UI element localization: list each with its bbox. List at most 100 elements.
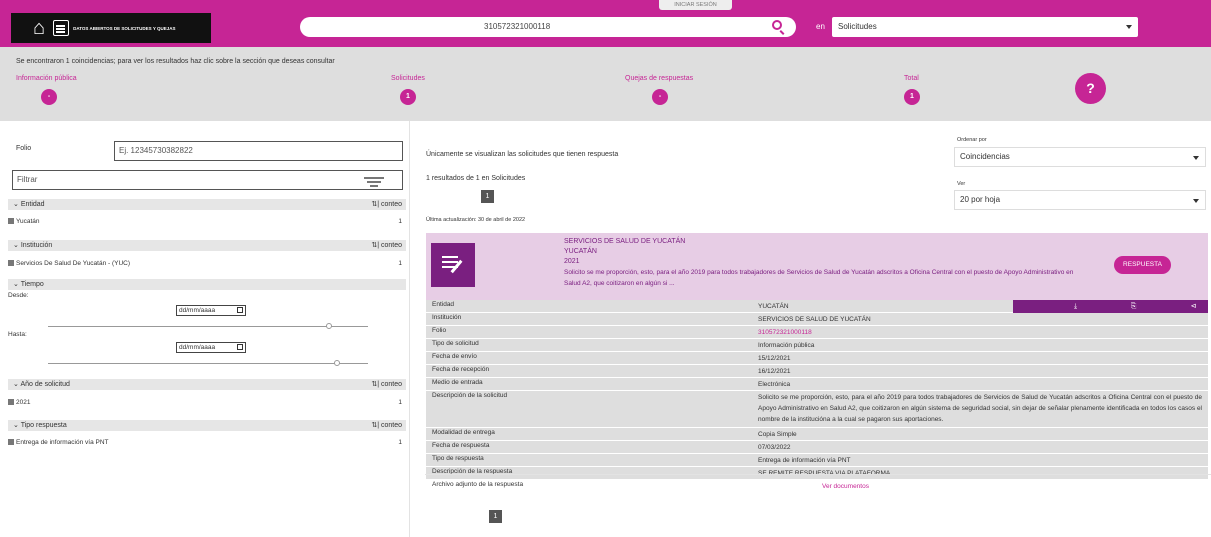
respuesta-button[interactable]: RESPUESTA [1114, 256, 1171, 274]
hasta-date-input[interactable]: dd/mm/aaaa [176, 342, 246, 353]
filter-row-2021[interactable]: 2021 1 [8, 398, 406, 408]
edit-document-icon [431, 243, 475, 287]
section-tiempo[interactable]: ⌄ Tiempo [8, 279, 406, 290]
detail-key: Medio de entrada [432, 379, 483, 386]
info-text: Únicamente se visualizan las solicitudes… [426, 151, 619, 158]
section-institucion[interactable]: ⌄ Institución ⇅| conteo [8, 240, 406, 251]
detail-key: Modalidad de entrega [432, 429, 495, 436]
results-count: 1 resultados de 1 en Solicitudes [426, 175, 526, 182]
section-title: Entidad [20, 201, 45, 208]
desde-slider[interactable] [48, 323, 368, 329]
summary-badge-informacion[interactable]: - [41, 89, 57, 105]
help-button[interactable]: ? [1075, 73, 1106, 104]
checkbox[interactable] [8, 218, 14, 224]
order-value: Coincidencias [960, 152, 1010, 161]
slider-handle[interactable] [334, 360, 340, 366]
home-icon[interactable]: ⌂ [33, 18, 45, 38]
filter-placeholder: Filtrar [17, 175, 38, 184]
slider-handle[interactable] [326, 323, 332, 329]
detail-key: Institución [432, 314, 462, 321]
checkbox[interactable] [8, 439, 14, 445]
filter-row-servicios[interactable]: Servicios De Salud De Yucatán - (YUC) 1 [8, 259, 406, 269]
search-value[interactable]: 310572321000118 [484, 17, 550, 37]
detail-row: Entidad YUCATÁN ⤓ ⎘ ⊲ [426, 300, 1208, 313]
section-entidad[interactable]: ⌄ Entidad ⇅| conteo [8, 199, 406, 210]
sort-conteo[interactable]: ⇅| conteo [371, 420, 402, 431]
checkbox[interactable] [8, 260, 14, 266]
desde-date-input[interactable]: dd/mm/aaaa [176, 305, 246, 316]
summary-label-informacion[interactable]: Información pública [16, 75, 77, 82]
ver-select[interactable]: 20 por hoja [954, 190, 1206, 210]
search-input[interactable]: 310572321000118 [300, 17, 796, 37]
detail-value: Electrónica [758, 381, 791, 388]
detail-key: Entidad [432, 301, 455, 308]
site-logo[interactable]: ⌂ DATOS ABIERTOS DE SOLICITUDES Y QUEJAS [11, 13, 211, 43]
share-icon[interactable]: ⊲ [1189, 302, 1198, 311]
sort-conteo[interactable]: ⇅| conteo [371, 199, 402, 210]
detail-row: Archivo adjunto de la respuesta Ver docum… [426, 480, 1208, 492]
print-icon[interactable]: ⎘ [1129, 302, 1138, 311]
detail-row: Tipo de solicitud Información pública [426, 339, 1208, 351]
page-button-bottom[interactable]: 1 [489, 510, 502, 523]
folio-input[interactable]: Ej. 12345730382822 [114, 141, 403, 161]
summary-badge-total: 1 [904, 89, 920, 105]
sort-conteo[interactable]: ⇅| conteo [371, 240, 402, 251]
order-select[interactable]: Coincidencias [954, 147, 1206, 167]
filter-input[interactable]: Filtrar [12, 170, 403, 190]
calendar-icon[interactable] [237, 344, 243, 350]
section-title: Año de solicitud [20, 381, 70, 388]
folio-link[interactable]: 310572321000118 [758, 327, 1202, 338]
detail-value: Entrega de información vía PNT [758, 457, 851, 464]
scope-selected: Solicitudes [838, 22, 877, 31]
search-icon[interactable] [772, 20, 782, 30]
sort-conteo[interactable]: ⇅| conteo [371, 379, 402, 390]
date-placeholder: dd/mm/aaaa [179, 307, 216, 314]
card-institution[interactable]: SERVICIOS DE SALUD DE YUCATÁN [564, 237, 685, 247]
page-button[interactable]: 1 [481, 190, 494, 203]
detail-row: Modalidad de entrega Copia Simple [426, 428, 1208, 440]
document-icon [53, 20, 70, 36]
last-updated: Última actualización: 30 de abril de 202… [426, 217, 526, 223]
top-header: ⌂ DATOS ABIERTOS DE SOLICITUDES Y QUEJAS… [0, 0, 1211, 47]
detail-key: Fecha de respuesta [432, 442, 490, 449]
detail-key: Folio [432, 327, 447, 334]
detail-value: Información pública [758, 342, 815, 349]
order-label: Ordenar por [957, 137, 987, 143]
detail-row: Descripción de la respuestaSE REMITE RES… [426, 467, 1208, 479]
filter-row-entrega[interactable]: Entrega de información vía PNT 1 [8, 438, 406, 448]
summary-badge-quejas[interactable]: - [652, 89, 668, 105]
chevron-down-icon: ⌄ [13, 422, 21, 429]
chevron-down-icon [1193, 156, 1199, 160]
detail-value: Solicito se me proporción, esto, para el… [758, 394, 1202, 423]
section-title: Institución [20, 242, 53, 249]
login-tab[interactable]: INICIAR SESIÓN [659, 0, 732, 10]
panel-divider [409, 121, 410, 537]
filter-panel: Folio Ej. 12345730382822 Filtrar ⌄ Entid… [8, 135, 406, 537]
detail-row: Institución SERVICIOS DE SALUD DE YUCATÁN [426, 313, 1208, 325]
calendar-icon[interactable] [237, 307, 243, 313]
section-tipo-respuesta[interactable]: ⌄ Tipo respuesta ⇅| conteo [8, 420, 406, 431]
detail-row: Fecha de respuesta 07/03/2022 [426, 441, 1208, 453]
detail-key: Descripción de la solicitud [432, 392, 508, 399]
results-summary: Se encontraron 1 coincidencias; para ver… [0, 47, 1211, 121]
checkbox[interactable] [8, 399, 14, 405]
result-card[interactable]: SERVICIOS DE SALUD DE YUCATÁN YUCATÁN 20… [426, 233, 1208, 300]
detail-key: Archivo adjunto de la respuesta [432, 481, 524, 488]
ver-label: Ver [957, 181, 966, 187]
summary-badge-solicitudes[interactable]: 1 [400, 89, 416, 105]
detail-row: Fecha de recepción 16/12/2021 [426, 365, 1208, 377]
summary-label-quejas[interactable]: Quejas de respuestas [625, 75, 693, 82]
detail-value: Copia Simple [758, 431, 797, 438]
filter-icon[interactable] [364, 175, 384, 187]
hasta-slider[interactable] [48, 360, 368, 366]
section-anio[interactable]: ⌄ Año de solicitud ⇅| conteo [8, 379, 406, 390]
ver-documentos-link[interactable]: Ver documentos [822, 481, 1211, 492]
download-icon[interactable]: ⤓ [1071, 302, 1080, 311]
sort-label: conteo [380, 422, 402, 429]
scope-select[interactable]: Solicitudes [832, 17, 1138, 37]
card-year: 2021 [564, 258, 580, 265]
row-label: 2021 [16, 399, 31, 406]
summary-label-solicitudes[interactable]: Solicitudes [391, 75, 425, 82]
row-label: Entrega de información vía PNT [16, 439, 109, 446]
filter-row-yucatan[interactable]: Yucatán 1 [8, 217, 406, 227]
